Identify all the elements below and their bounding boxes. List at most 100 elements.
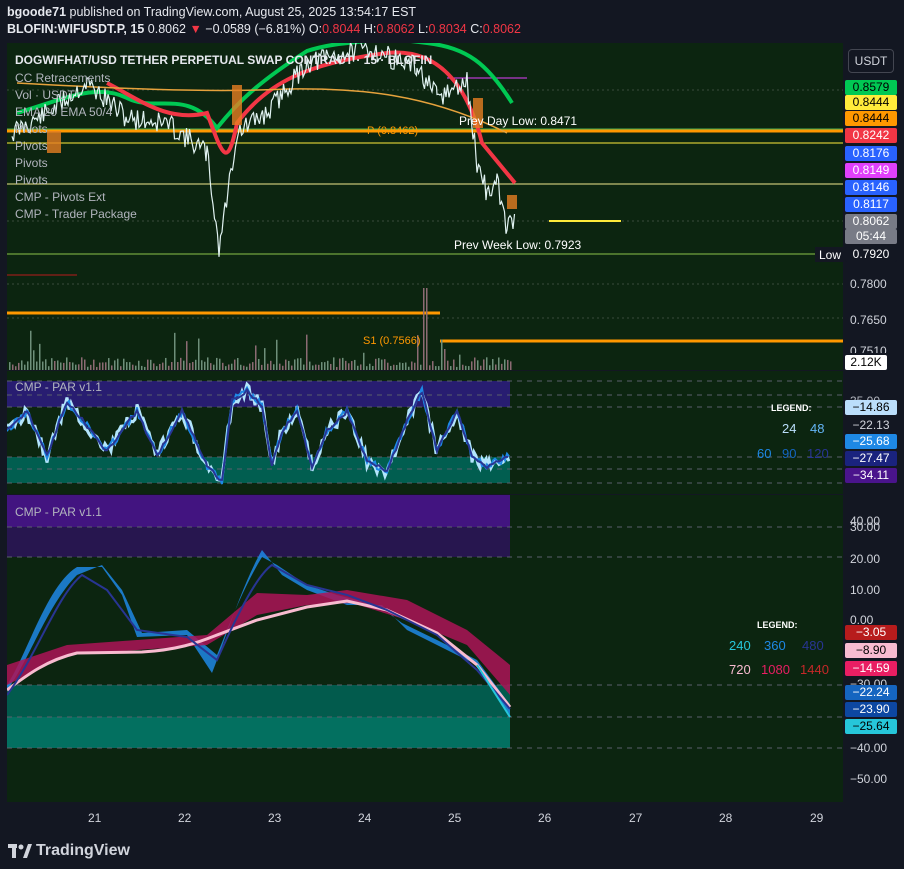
time-tick: 22 bbox=[178, 811, 192, 825]
volume-bar bbox=[111, 365, 113, 370]
volume-bar bbox=[288, 360, 290, 370]
indicator-label[interactable]: Pivots bbox=[15, 139, 48, 153]
volume-bar bbox=[177, 362, 179, 370]
indicator-label[interactable]: Vol · USDT bbox=[15, 88, 75, 102]
volume-bar bbox=[24, 364, 26, 370]
volume-bar bbox=[84, 359, 86, 370]
author-name[interactable]: bgoode71 bbox=[7, 5, 66, 19]
par1-title: CMP - PAR v1.1 bbox=[15, 380, 102, 394]
volume-bar bbox=[15, 366, 17, 370]
volume-bar bbox=[27, 361, 29, 370]
volume-bar bbox=[81, 357, 83, 370]
par1-chart[interactable] bbox=[7, 371, 843, 494]
indicator-label[interactable]: Pivots bbox=[15, 122, 48, 136]
volume-bar bbox=[174, 332, 176, 370]
volume-bar bbox=[312, 365, 314, 370]
volume-bar bbox=[48, 366, 50, 370]
volume-bar bbox=[330, 363, 332, 370]
volume-bar bbox=[258, 358, 260, 370]
volume-bar bbox=[114, 360, 116, 370]
par2-legend-360: 360 bbox=[764, 638, 786, 653]
volume-bar bbox=[504, 359, 506, 370]
volume-bar bbox=[78, 364, 80, 370]
volume-bar bbox=[336, 366, 338, 370]
axis-tick: 0.7800 bbox=[850, 277, 887, 291]
indicator-label[interactable]: CC Retracements bbox=[15, 71, 110, 85]
volume-bar bbox=[120, 366, 122, 370]
high-label: H: bbox=[363, 22, 377, 36]
par1-legend-48: 48 bbox=[810, 421, 825, 436]
par2-bottom-band bbox=[7, 685, 510, 717]
indicator-label[interactable]: EMA 20 EMA 50/4 bbox=[15, 105, 112, 119]
price-label: 0.8117 bbox=[845, 197, 897, 212]
volume-bar bbox=[141, 365, 143, 370]
volume-bar bbox=[369, 363, 371, 370]
par2-legend-1080: 1080 bbox=[761, 662, 790, 677]
volume-bar bbox=[21, 360, 23, 370]
symbol-line: BLOFIN:WIFUSDT.P, 15 0.8062 ▼ −0.0589 (−… bbox=[7, 22, 521, 36]
volume-bar bbox=[231, 363, 233, 370]
indicator-label[interactable]: CMP - Pivots Ext bbox=[15, 190, 105, 204]
volume-bar bbox=[297, 358, 299, 370]
par1-legend-24: 24 bbox=[782, 421, 797, 436]
volume-bar bbox=[396, 364, 398, 370]
par1-legend-60: 60 bbox=[757, 446, 772, 461]
volume-bar bbox=[309, 361, 311, 370]
volume-bar bbox=[363, 352, 365, 370]
volume-bar bbox=[327, 360, 329, 370]
volume-bar bbox=[462, 364, 464, 370]
par1-value-label: −22.13 bbox=[845, 418, 897, 433]
tradingview-logo[interactable]: TradingView bbox=[8, 842, 130, 860]
volume-bar bbox=[360, 364, 362, 370]
volume-bar bbox=[303, 364, 305, 370]
volume-bar bbox=[150, 359, 152, 370]
currency-button[interactable]: USDT bbox=[848, 49, 894, 73]
volume-bar bbox=[351, 361, 353, 370]
volume-bar bbox=[54, 360, 56, 370]
volume-bar bbox=[129, 362, 131, 370]
volume-bar bbox=[210, 363, 212, 370]
volume-bar bbox=[438, 366, 440, 370]
symbol-name[interactable]: BLOFIN:WIFUSDT.P, 15 bbox=[7, 22, 144, 36]
axis-tick: 0.7510 bbox=[850, 344, 887, 353]
volume-bar bbox=[183, 360, 185, 370]
volume-bar bbox=[189, 363, 191, 370]
volume-bar bbox=[33, 350, 35, 370]
par2-legend-720: 720 bbox=[729, 662, 751, 677]
price-change: −0.0589 (−6.81%) bbox=[205, 22, 306, 36]
indicator-label[interactable]: CMP - Trader Package bbox=[15, 207, 137, 221]
time-tick: 24 bbox=[358, 811, 372, 825]
volume-bar bbox=[405, 362, 407, 370]
volume-bar bbox=[498, 357, 500, 370]
volume-bar bbox=[291, 365, 293, 370]
volume-bar bbox=[60, 362, 62, 370]
par2-legend-1440: 1440 bbox=[800, 662, 829, 677]
volume-bar bbox=[441, 339, 443, 370]
volume-bar bbox=[237, 357, 239, 370]
par2-value-label: −3.05 bbox=[845, 625, 897, 640]
volume-bar bbox=[36, 361, 38, 370]
par1-value-label: −34.11 bbox=[845, 468, 897, 483]
volume-bar bbox=[132, 364, 134, 370]
volume-bar bbox=[39, 343, 41, 370]
volume-bar bbox=[282, 365, 284, 370]
volume-bar bbox=[240, 364, 242, 370]
indicator-label[interactable]: Pivots bbox=[15, 173, 48, 187]
volume-bar bbox=[423, 288, 425, 370]
par2-legend-480: 480 bbox=[802, 638, 824, 653]
low-tag: Low bbox=[819, 248, 841, 262]
volume-bar bbox=[276, 339, 278, 370]
volume-bar bbox=[492, 359, 494, 370]
volume-bar bbox=[204, 361, 206, 370]
chart-title: DOGWIFHAT/USD TETHER PERPETUAL SWAP CONT… bbox=[15, 53, 433, 67]
volume-bar bbox=[414, 362, 416, 370]
time-tick: 29 bbox=[810, 811, 824, 825]
indicator-label[interactable]: Pivots bbox=[15, 156, 48, 170]
volume-bar bbox=[225, 366, 227, 370]
volume-bar bbox=[273, 364, 275, 370]
volume-bar bbox=[108, 358, 110, 370]
volume-bar bbox=[252, 362, 254, 370]
volume-bar bbox=[306, 334, 308, 370]
par2-chart[interactable] bbox=[7, 495, 843, 802]
volume-bar bbox=[279, 363, 281, 370]
